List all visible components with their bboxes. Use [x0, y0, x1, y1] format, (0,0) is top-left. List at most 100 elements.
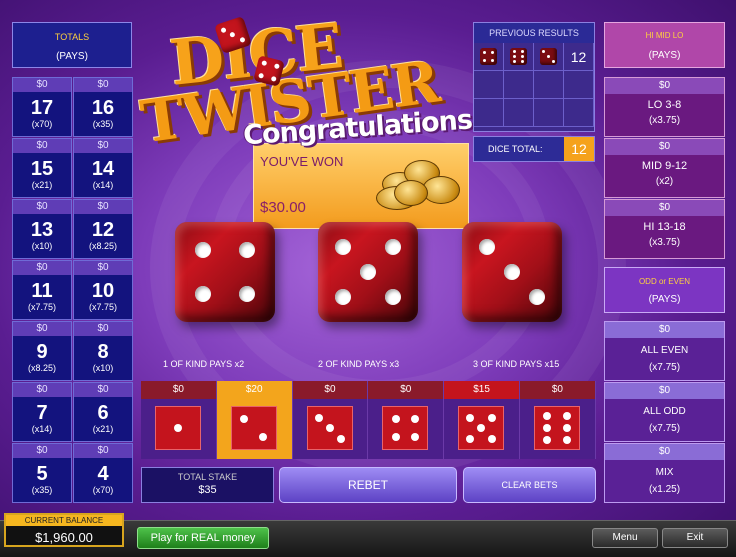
parity-bet-amount: $0	[605, 444, 724, 460]
previous-die-icon	[510, 48, 527, 65]
face-bet-slot-1[interactable]: $0	[141, 381, 217, 459]
total-bet-amount: $0	[74, 261, 132, 275]
range-payout: (x3.75)	[648, 115, 681, 126]
pip-icon	[195, 242, 211, 258]
die-face-2-icon	[230, 406, 277, 450]
total-bet-cell-17[interactable]: $0 17 (x70)	[12, 77, 72, 137]
total-payout: (x8.25)	[88, 241, 117, 251]
totals-pays-label: (PAYS)	[56, 51, 88, 62]
coins-icon	[374, 150, 466, 210]
odd-even-header: ODD or EVEN (PAYS)	[604, 267, 725, 313]
previous-die-cell	[504, 43, 534, 71]
total-number: 10	[91, 280, 115, 302]
range-bet-amount: $0	[605, 78, 724, 94]
rolled-die-3	[462, 222, 562, 322]
total-bet-cell-8[interactable]: $0 8 (x10)	[73, 321, 133, 381]
exit-button[interactable]: Exit	[662, 528, 728, 548]
previous-empty-cell	[504, 99, 534, 127]
total-stake-value: $35	[198, 484, 217, 496]
die-face-1-icon	[155, 406, 201, 450]
total-payout: (x10)	[31, 241, 53, 251]
die-face-3-icon	[306, 406, 353, 450]
total-bet-cell-10[interactable]: $0 10 (x7.75)	[73, 260, 133, 320]
pip-icon	[411, 433, 420, 442]
total-payout: (x70)	[31, 119, 53, 129]
total-bet-amount: $0	[13, 78, 71, 92]
pip-icon	[314, 413, 323, 422]
total-bet-amount: $0	[13, 261, 71, 275]
previous-die-cell	[534, 43, 564, 71]
total-bet-amount: $0	[13, 200, 71, 214]
total-bet-cell-13[interactable]: $0 13 (x10)	[12, 199, 72, 259]
previous-empty-cell	[504, 71, 534, 99]
range-bet-lo[interactable]: $0 LO 3-8 (x3.75)	[604, 77, 725, 137]
pip-icon	[360, 264, 376, 280]
previous-empty-cell	[474, 99, 504, 127]
pip-icon	[543, 424, 552, 432]
rebet-button[interactable]: REBET	[279, 467, 457, 503]
face-bet-amount: $0	[292, 381, 368, 399]
total-bet-amount: $0	[74, 78, 132, 92]
total-number: 8	[97, 341, 109, 363]
pip-icon	[562, 435, 571, 444]
pip-icon	[195, 286, 211, 302]
parity-payout: (x7.75)	[648, 423, 681, 434]
pip-icon	[336, 434, 345, 443]
rolled-die-1	[175, 222, 275, 322]
total-bet-cell-7[interactable]: $0 7 (x14)	[12, 382, 72, 442]
face-bet-slot-6[interactable]: $0	[519, 381, 596, 459]
odd-even-title: ODD or EVEN	[638, 277, 691, 286]
pip-icon	[335, 239, 351, 255]
total-number: 12	[91, 219, 115, 241]
pip-icon	[239, 286, 255, 302]
face-bet-slot-4[interactable]: $0	[368, 381, 445, 459]
hi-mid-lo-pays-label: (PAYS)	[648, 50, 681, 61]
win-amount: $30.00	[260, 199, 306, 216]
kind-label-1: 1 OF KIND PAYS x2	[163, 359, 245, 369]
total-payout: (x35)	[92, 119, 114, 129]
play-for-real-money-button[interactable]: Play for REAL money	[137, 527, 269, 549]
pip-icon	[335, 289, 351, 305]
total-bet-cell-4[interactable]: $0 4 (x70)	[73, 443, 133, 503]
total-bet-amount: $0	[13, 444, 71, 458]
total-payout: (x21)	[92, 424, 114, 434]
face-bet-slot-3[interactable]: $0	[292, 381, 369, 459]
total-bet-amount: $0	[13, 322, 71, 336]
face-bet-slot-5[interactable]: $15	[444, 381, 520, 459]
pip-icon	[391, 414, 400, 423]
hi-mid-lo-title: HI MID LO	[645, 31, 684, 40]
face-bet-slot-2[interactable]: $20	[216, 381, 293, 459]
game-window: TOTALS (PAYS) $0 17 (x70) $0 16 (x35) $0 15 (x21…	[0, 0, 736, 557]
previous-empty-cell	[474, 71, 504, 99]
total-bet-cell-15[interactable]: $0 15 (x21)	[12, 138, 72, 198]
total-bet-cell-5[interactable]: $0 5 (x35)	[12, 443, 72, 503]
total-bet-cell-9[interactable]: $0 9 (x8.25)	[12, 321, 72, 381]
total-bet-cell-6[interactable]: $0 6 (x21)	[73, 382, 133, 442]
range-bet-hi[interactable]: $0 HI 13-18 (x3.75)	[604, 199, 725, 259]
total-bet-cell-16[interactable]: $0 16 (x35)	[73, 77, 133, 137]
pip-icon	[391, 433, 400, 442]
total-payout: (x14)	[31, 424, 53, 434]
kind-label-3: 3 OF KIND PAYS x15	[473, 359, 560, 369]
total-bet-cell-11[interactable]: $0 11 (x7.75)	[12, 260, 72, 320]
totals-header: TOTALS (PAYS)	[12, 22, 132, 68]
menu-button[interactable]: Menu	[592, 528, 658, 548]
you-won-label: YOU'VE WON	[260, 154, 344, 169]
pip-icon	[543, 412, 552, 421]
win-panel: YOU'VE WON $30.00	[253, 143, 469, 229]
range-bet-mid[interactable]: $0 MID 9-12 (x2)	[604, 138, 725, 198]
previous-total: 12	[564, 43, 594, 71]
parity-bet-all-odd[interactable]: $0 ALL ODD (x7.75)	[604, 382, 725, 442]
parity-label: ALL EVEN	[640, 345, 689, 356]
parity-bet-all-even[interactable]: $0 ALL EVEN (x7.75)	[604, 321, 725, 381]
total-number: 11	[31, 280, 53, 302]
total-bet-amount: $0	[74, 383, 132, 397]
current-balance-value: $1,960.00	[35, 530, 93, 545]
parity-bet-mix[interactable]: $0 MIX (x1.25)	[604, 443, 725, 503]
total-bet-cell-14[interactable]: $0 14 (x14)	[73, 138, 133, 198]
total-bet-cell-12[interactable]: $0 12 (x8.25)	[73, 199, 133, 259]
parity-payout: (x7.75)	[648, 362, 681, 373]
total-number: 6	[97, 402, 109, 424]
pip-icon	[479, 239, 495, 255]
clear-bets-button[interactable]: CLEAR BETS	[463, 467, 596, 503]
